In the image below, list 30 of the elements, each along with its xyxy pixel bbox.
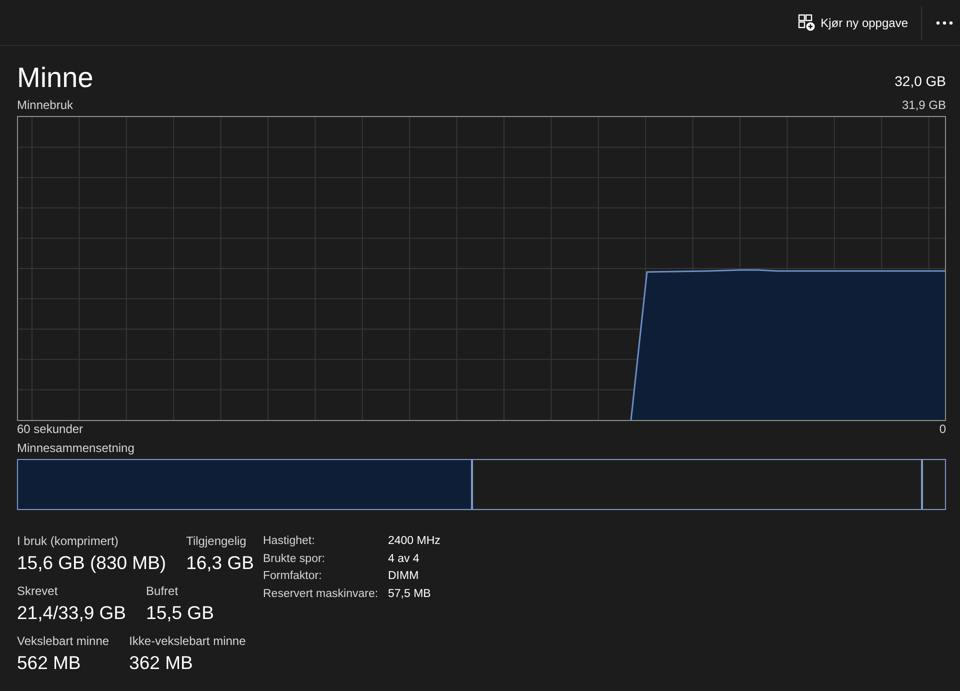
more-icon bbox=[936, 20, 952, 24]
run-task-button[interactable]: Kjør ny oppgave bbox=[792, 6, 913, 38]
graph-max-label: 31,9 GB bbox=[902, 98, 946, 112]
stat-value: 21,4/33,9 GB bbox=[17, 601, 126, 625]
detail-value: DIMM bbox=[388, 569, 419, 584]
time-span-label: 60 sekunder bbox=[17, 422, 84, 436]
stat-label: Bufret bbox=[146, 583, 180, 599]
grid-plus-icon bbox=[798, 14, 815, 31]
stat-label: Ikke-vekslebart minne bbox=[129, 633, 246, 649]
detail-value: 4 av 4 bbox=[388, 552, 420, 566]
time-end-label: 0 bbox=[939, 422, 946, 436]
detail-label: Formfaktor: bbox=[263, 569, 322, 584]
detail-label: Brukte spor: bbox=[263, 552, 325, 566]
detail-value: 57,5 MB bbox=[388, 586, 431, 602]
stat-value: 562 MB bbox=[17, 651, 82, 675]
composition-label: Minnesammensetning bbox=[17, 441, 134, 455]
stat-value: 15,6 GB (830 MB) bbox=[17, 551, 166, 575]
total-memory: 32,0 GB bbox=[894, 72, 946, 90]
stat-label: Skrevet bbox=[17, 583, 59, 599]
graph-label: Minnebruk bbox=[17, 98, 74, 112]
stat-value: 15,5 GB bbox=[146, 601, 214, 625]
stat-value: 362 MB bbox=[129, 651, 194, 675]
stat-label: Tilgjengelig bbox=[186, 533, 248, 549]
stat-label: Vekslebart minne bbox=[17, 633, 110, 649]
detail-value: 2400 MHz bbox=[388, 534, 440, 549]
detail-label: Reservert maskinvare: bbox=[263, 586, 378, 602]
stat-label: I bruk (komprimert) bbox=[17, 533, 120, 549]
detail-label: Hastighet: bbox=[263, 534, 315, 549]
page-title: Minne bbox=[17, 62, 94, 94]
stat-value: 16,3 GB bbox=[186, 551, 254, 575]
